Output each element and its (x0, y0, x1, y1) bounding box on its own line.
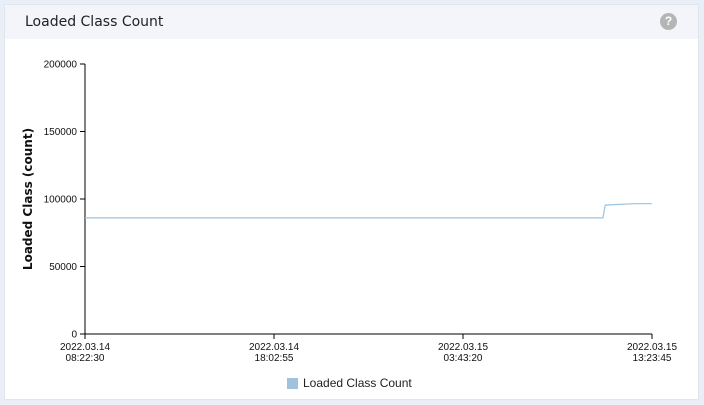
loaded-class-chart: 200000150000100000500000 2022.03.1408:22… (21, 60, 677, 365)
x-tick-label-date: 2022.03.15 (438, 342, 488, 353)
x-tick-label-time: 13:23:45 (633, 353, 672, 364)
x-tick-label-date: 2022.03.14 (249, 342, 299, 353)
y-tick-label: 50000 (49, 262, 77, 273)
y-tick-label: 150000 (44, 127, 78, 138)
y-tick-label: 200000 (44, 60, 78, 71)
x-tick-label-time: 18:02:55 (255, 353, 294, 364)
series-line-loaded-class-count (85, 203, 652, 219)
x-tick-label-time: 08:22:30 (66, 353, 105, 364)
x-tick-label-date: 2022.03.14 (60, 342, 110, 353)
y-tick-label: 100000 (44, 195, 78, 206)
x-tick-label-date: 2022.03.15 (627, 342, 677, 353)
legend-label: Loaded Class Count (303, 376, 412, 390)
chart-legend[interactable]: Loaded Class Count (287, 376, 412, 390)
x-tick-label-time: 03:43:20 (444, 353, 483, 364)
y-tick-label: 0 (71, 330, 77, 341)
y-axis-label: Loaded Class (count) (21, 128, 35, 270)
legend-swatch (287, 377, 298, 389)
